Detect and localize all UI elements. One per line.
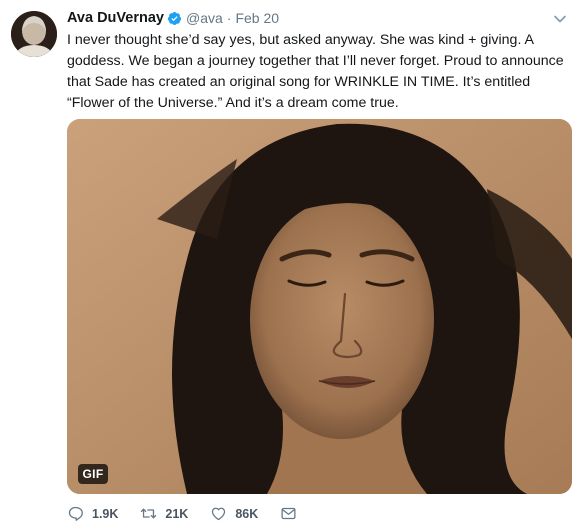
tweet-actions: 1.9K 21K 86K	[67, 505, 319, 522]
retweet-icon	[141, 508, 157, 519]
like-count: 86K	[235, 506, 259, 521]
direct-message-button[interactable]	[280, 505, 297, 522]
avatar[interactable]	[11, 11, 57, 57]
tweet-text: I never thought she’d say yes, but asked…	[67, 32, 564, 111]
tweet-gif-media[interactable]	[67, 119, 572, 494]
like-button[interactable]: 86K	[210, 505, 258, 522]
reply-icon	[68, 506, 83, 521]
author-handle[interactable]: @ava	[186, 10, 223, 26]
tweet-date[interactable]: Feb 20	[235, 10, 279, 26]
direct-message-icon	[281, 507, 296, 520]
heart-icon	[212, 507, 226, 521]
tweet-header: Ava DuVernay @ava · Feb 20	[67, 10, 279, 26]
retweet-button[interactable]: 21K	[140, 505, 188, 522]
retweet-count: 21K	[165, 506, 189, 521]
gif-badge: GIF	[78, 464, 108, 484]
verified-badge-icon	[167, 11, 182, 26]
reply-button[interactable]: 1.9K	[67, 505, 118, 522]
reply-count: 1.9K	[92, 506, 119, 521]
author-name[interactable]: Ava DuVernay	[67, 10, 164, 26]
gif-frame-image	[67, 119, 572, 494]
tweet-card: Ava DuVernay @ava · Feb 20 I never thoug…	[0, 0, 583, 530]
chevron-down-icon[interactable]	[553, 12, 567, 26]
avatar-photo-icon	[11, 11, 57, 57]
separator-dot: ·	[226, 10, 232, 26]
